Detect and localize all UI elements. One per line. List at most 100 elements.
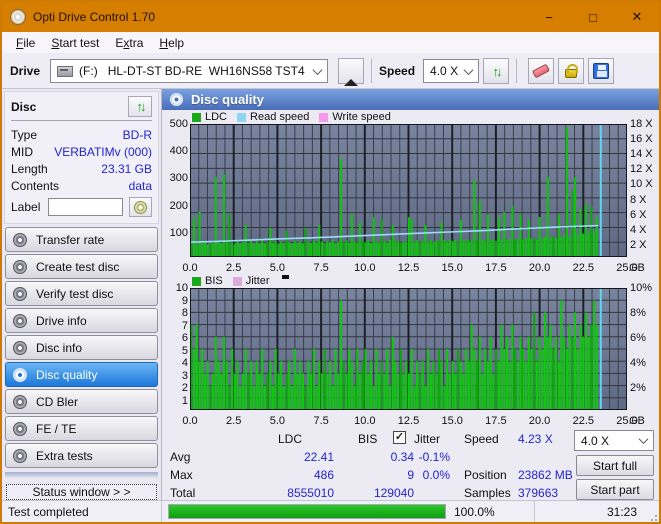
bis-column-header: BIS: [358, 432, 378, 446]
disc-icon: [170, 93, 183, 106]
axis-label: 4%: [630, 357, 646, 369]
disc-icon: [13, 259, 27, 274]
refresh-button[interactable]: ↑↓: [483, 58, 510, 84]
disc-length-row: Length 23.31 GB: [11, 160, 152, 177]
axis-label: 100: [169, 226, 188, 239]
sidebar-item-extra-tests[interactable]: Extra tests: [5, 443, 158, 468]
total-bis-value: 129040: [373, 486, 414, 500]
disc-length-value: 23.31 GB: [101, 161, 152, 176]
menu-help[interactable]: Help: [151, 34, 192, 52]
menu-file[interactable]: File: [8, 34, 43, 52]
status-window-button[interactable]: Status window > >: [6, 484, 157, 500]
app-cd-icon: [10, 9, 26, 25]
maximize-button[interactable]: □: [571, 2, 615, 32]
axis-label: 5: [181, 344, 188, 357]
samples-stat-value: 379663: [518, 486, 559, 500]
close-button[interactable]: ✕: [615, 2, 659, 32]
bis-legend-swatch: [192, 276, 201, 286]
refresh-arrows-icon: ↑↓: [492, 63, 503, 79]
bottom-chart-legend: BIS Jitter: [162, 274, 659, 288]
sidebar-item-disc-info[interactable]: Disc info: [5, 335, 158, 360]
samples-stat-label: Samples: [464, 486, 511, 500]
disc-icon: [13, 313, 27, 328]
minimize-button[interactable]: −: [527, 2, 571, 32]
chevron-down-icon: [312, 64, 323, 75]
jitter-checkbox[interactable]: ✓: [393, 431, 406, 444]
disc-mid-label: MID: [11, 144, 33, 159]
speed-select-value: 4.0 X: [430, 64, 459, 78]
axis-label: 6: [181, 332, 188, 344]
disc-contents-label: Contents: [11, 178, 60, 193]
menu-extra[interactable]: Extra: [107, 34, 151, 52]
axis-label: 22.5: [572, 415, 595, 427]
drive-select[interactable]: (F:) HL-DT-ST BD-RE WH16NS58 TST4: [50, 59, 329, 83]
x-axis-labels: 0.0 2.5 5.0 7.5 10.0 12.5 15.0 17.5 20.0 22.5 25.0: [182, 413, 637, 427]
jitter-checkbox-label: Jitter: [414, 432, 441, 446]
axis-label: 1: [181, 394, 188, 407]
axis-label: 7.5: [313, 262, 329, 274]
read-speed-legend-swatch: [237, 112, 247, 122]
chevron-down-icon: [638, 434, 649, 445]
sidebar-item-disc-quality[interactable]: Disc quality: [5, 362, 158, 387]
axis-label: 6 X: [630, 208, 647, 221]
axis-label: 7.5: [313, 415, 329, 427]
status-message: Test completed: [2, 501, 162, 522]
disc-icon: [13, 286, 27, 301]
sidebar-item-label: FE / TE: [36, 421, 77, 436]
ldc-legend-swatch: [192, 112, 201, 122]
sidebar-item-create-test-disc[interactable]: Create test disc: [5, 254, 158, 279]
axis-label: 4 X: [630, 223, 647, 236]
sidebar-item-fe-te[interactable]: FE / TE: [5, 416, 158, 441]
disc-label-input[interactable]: [48, 198, 123, 216]
read-speed-legend-label: Read speed: [250, 111, 310, 123]
axis-label: 2: [181, 382, 188, 394]
start-part-button[interactable]: Start part: [576, 479, 654, 500]
disc-type-label: Type: [11, 127, 38, 142]
drive-select-value: (F:) HL-DT-ST BD-RE WH16NS58 TST4: [79, 64, 305, 78]
window-title: Opti Drive Control 1.70: [33, 10, 156, 24]
sidebar-item-verify-test-disc[interactable]: Verify test disc: [5, 281, 158, 306]
bottom-chart-right-axis: 10% 8% 6% 4% 2%: [627, 282, 659, 413]
disc-label-button[interactable]: [128, 197, 152, 217]
axis-label: 0.0: [182, 262, 198, 274]
total-row-label: Total: [170, 486, 196, 500]
sidebar-item-label: Disc info: [36, 340, 83, 355]
resize-grip[interactable]: [647, 511, 657, 521]
disc-label-row: Label: [11, 197, 152, 217]
axis-label: 3: [181, 369, 188, 382]
test-speed-select[interactable]: 4.0 X: [574, 430, 654, 451]
chevron-down-icon: [463, 64, 474, 75]
axis-label: 20.0: [528, 415, 551, 427]
axis-label: 17.5: [485, 262, 507, 274]
disc-mid-value: VERBATIMv (000): [54, 144, 152, 159]
axis-label: 15.0: [441, 415, 463, 427]
position-stat-value: 23862 MB: [518, 468, 573, 482]
sidebar-item-drive-info[interactable]: Drive info: [5, 308, 158, 333]
stats-panel: LDC BIS Avg 22.41 0.34 -0.1% Max 486 9 0…: [162, 427, 659, 500]
axis-label: 300: [169, 172, 188, 185]
toolbar-separator: [516, 59, 518, 83]
axis-label: 10 X: [630, 178, 653, 191]
bis-chart: [190, 288, 627, 410]
axis-label: 25.0: [616, 415, 638, 427]
speed-select[interactable]: 4.0 X: [423, 59, 480, 83]
sidebar-item-transfer-rate[interactable]: Transfer rate: [5, 227, 158, 252]
disc-info-panel: Disc ↑↓ Type BD-R MID VERBATIMv (000) Le…: [4, 91, 159, 224]
top-chart-x-axis: 0.0 2.5 5.0 7.5 10.0 12.5 15.0 17.5 20.0 22.5 25.0…: [162, 260, 659, 274]
menu-start-test[interactable]: Start test: [43, 34, 107, 52]
save-button[interactable]: [588, 58, 615, 84]
start-full-button[interactable]: Start full: [576, 455, 654, 476]
top-chart-right-axis: 18 X 16 X 14 X 12 X 10 X 8 X 6 X 4 X 2 X: [627, 118, 659, 260]
menu-bar: File Start test Extra Help: [2, 32, 659, 54]
disc-refresh-button[interactable]: ↑↓: [128, 96, 152, 117]
eject-button[interactable]: [338, 58, 365, 86]
axis-label: 12 X: [630, 163, 653, 176]
avg-jitter-value: -0.1%: [418, 450, 450, 464]
ldc-legend-label: LDC: [205, 111, 228, 123]
axis-label: 2.5: [226, 415, 242, 427]
axis-label: 5.0: [269, 415, 286, 427]
erase-disc-button[interactable]: [528, 58, 555, 84]
options-button[interactable]: [558, 58, 585, 84]
axis-label: 10.0: [354, 415, 376, 427]
sidebar-item-cd-bler[interactable]: CD Bler: [5, 389, 158, 414]
